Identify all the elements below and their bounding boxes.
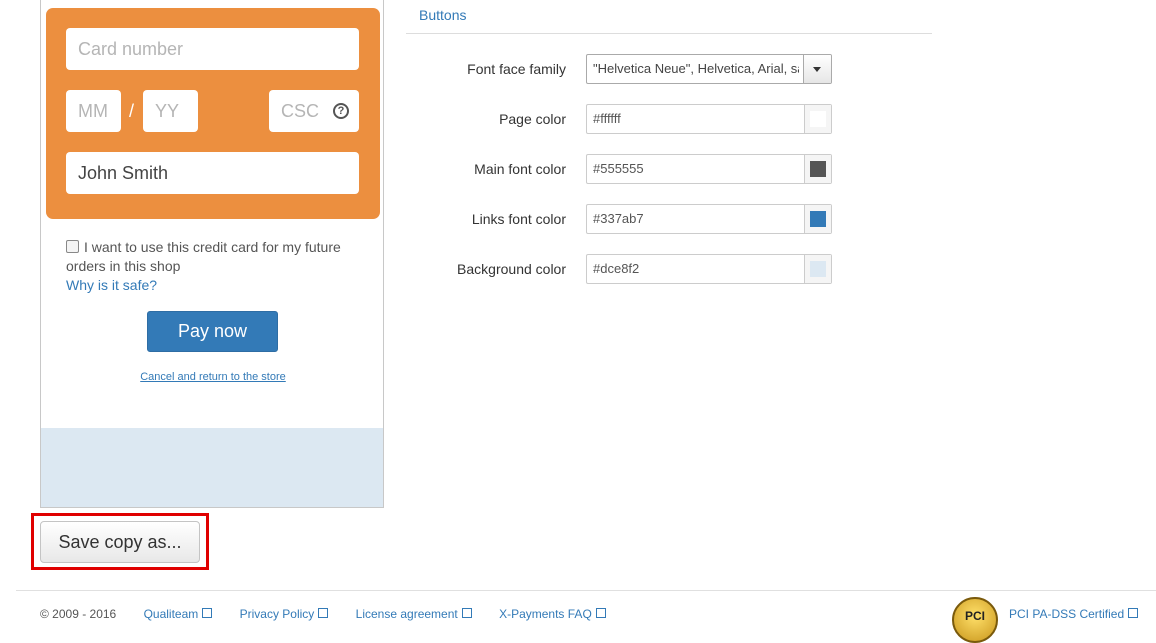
expiry-separator: / — [129, 101, 135, 121]
font-face-select[interactable]: "Helvetica Neue", Helvetica, Arial, sans… — [586, 54, 832, 84]
links-font-color-value: #337ab7 — [593, 211, 644, 226]
page-color-picker[interactable] — [804, 105, 831, 133]
pay-now-button[interactable]: Pay now — [147, 311, 278, 352]
why-safe-link[interactable]: Why is it safe? — [66, 276, 366, 295]
pci-badge-logo: PCI — [952, 597, 998, 643]
external-link-icon — [595, 608, 606, 618]
card-details-box: Card number MM / YY CSC ? John Smith — [46, 8, 380, 219]
color-swatch — [810, 161, 826, 177]
cardholder-name-field[interactable]: John Smith — [66, 152, 359, 194]
page-color-label: Page color — [499, 111, 566, 127]
color-swatch — [810, 111, 826, 127]
links-font-color-label: Links font color — [471, 211, 566, 227]
expiry-year-field[interactable]: YY — [143, 90, 198, 132]
external-link-icon — [461, 608, 472, 618]
links-font-color-input[interactable]: #337ab7 — [586, 204, 832, 234]
font-face-value: "Helvetica Neue", Helvetica, Arial, sans… — [593, 61, 799, 76]
main-font-color-picker[interactable] — [804, 155, 831, 183]
external-link-icon — [318, 608, 329, 618]
save-card-option: I want to use this credit card for my fu… — [66, 238, 366, 295]
save-card-label: I want to use this credit card for my fu… — [66, 239, 341, 274]
save-copy-button[interactable]: Save copy as... — [40, 521, 200, 563]
csc-placeholder: CSC — [281, 101, 320, 121]
main-font-color-input[interactable]: #555555 — [586, 154, 832, 184]
footer-divider — [16, 590, 1156, 591]
save-card-checkbox[interactable] — [66, 240, 79, 253]
external-link-icon — [202, 608, 213, 618]
chevron-down-icon — [813, 67, 821, 72]
card-number-field[interactable]: Card number — [66, 28, 359, 70]
dropdown-toggle[interactable] — [803, 55, 831, 83]
expiry-month-field[interactable]: MM — [66, 90, 121, 132]
cancel-return-link[interactable]: Cancel and return to the store — [41, 371, 385, 383]
help-circle-icon[interactable]: ? — [333, 103, 349, 119]
page-color-input[interactable]: #ffffff — [586, 104, 832, 134]
external-link-icon — [1128, 608, 1139, 618]
tab-divider — [406, 33, 932, 34]
background-color-value: #dce8f2 — [593, 261, 640, 276]
csc-field[interactable]: CSC ? — [269, 90, 359, 132]
background-color-input[interactable]: #dce8f2 — [586, 254, 832, 284]
tab-buttons[interactable]: Buttons — [419, 7, 466, 23]
color-swatch — [810, 261, 826, 277]
page-color-value: #ffffff — [593, 111, 621, 126]
links-font-color-picker[interactable] — [804, 205, 831, 233]
main-font-color-value: #555555 — [593, 161, 644, 176]
background-color-label: Background color — [457, 261, 566, 277]
font-face-label: Font face family — [467, 61, 566, 77]
preview-background-area — [41, 428, 383, 507]
main-font-color-label: Main font color — [474, 161, 566, 177]
color-swatch — [810, 211, 826, 227]
background-color-picker[interactable] — [804, 255, 831, 283]
payment-form-preview: Card number MM / YY CSC ? John Smith I w… — [40, 0, 384, 508]
